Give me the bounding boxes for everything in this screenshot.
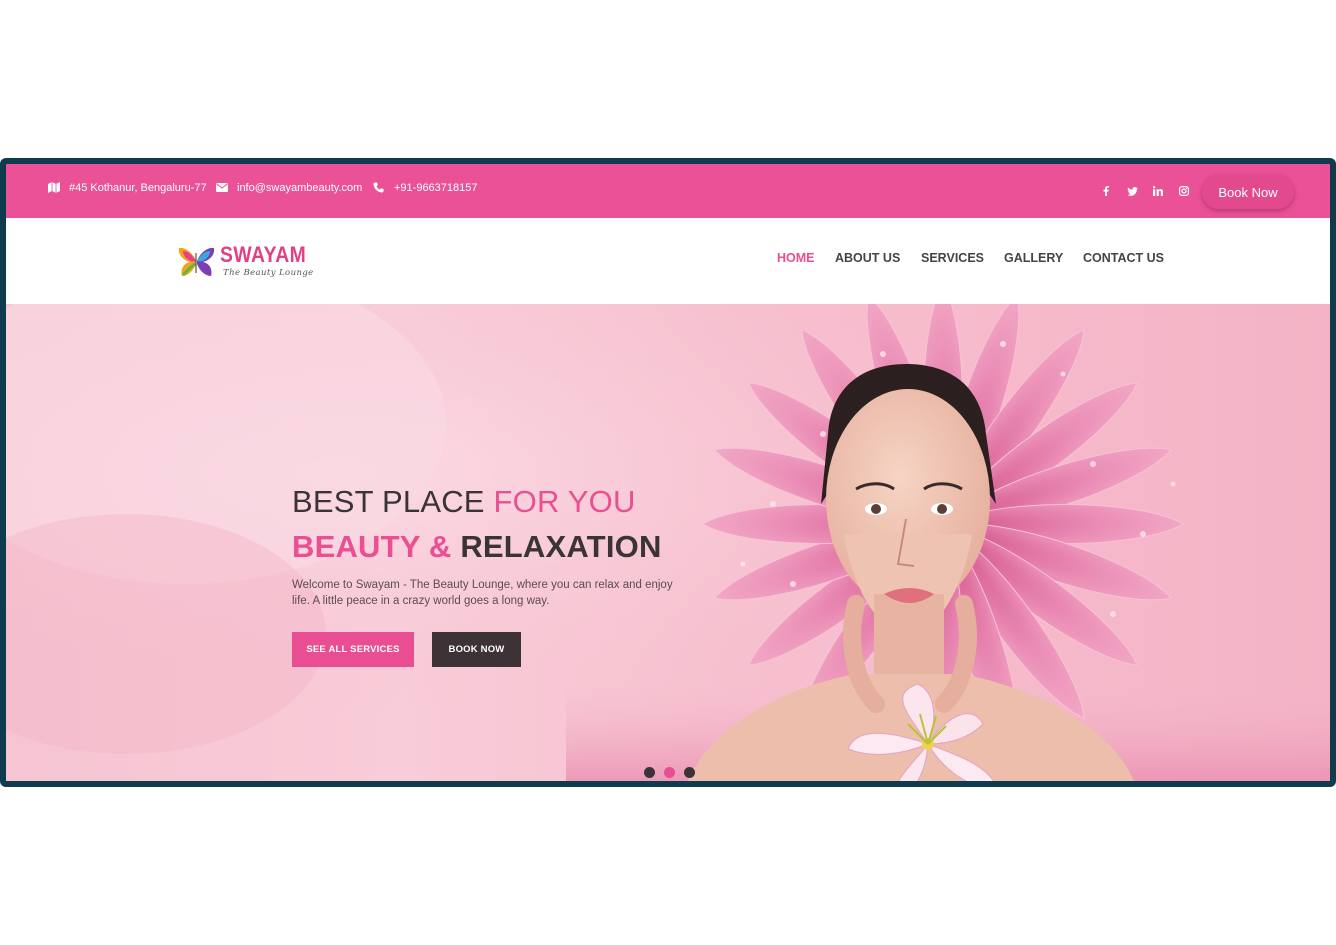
hero-slider: BEST PLACE FOR YOU BEAUTY & RELAXATION W…	[6, 304, 1330, 781]
brand-tagline: The Beauty Lounge	[223, 268, 314, 278]
linkedin-icon[interactable]	[1152, 184, 1164, 198]
nav-about-us[interactable]: ABOUT US	[835, 251, 900, 265]
facebook-icon[interactable]	[1100, 184, 1112, 198]
hero-book-now-button[interactable]: BOOK NOW	[432, 632, 521, 667]
site-logo[interactable]: SWAYAM The Beauty Lounge	[178, 242, 313, 282]
brand-name: SWAYAM	[220, 242, 307, 267]
email-item[interactable]: info@swayambeauty.com	[216, 181, 362, 195]
nav-gallery[interactable]: GALLERY	[1004, 251, 1063, 265]
browser-frame: #45 Kothanur, Bengaluru-77 info@swayambe…	[0, 158, 1336, 787]
nav-services[interactable]: SERVICES	[921, 251, 984, 265]
map-icon	[48, 182, 61, 194]
phone-icon	[373, 182, 386, 194]
envelope-icon	[216, 182, 229, 194]
hero-description: Welcome to Swayam - The Beauty Lounge, w…	[292, 579, 673, 607]
book-now-button[interactable]: Book Now	[1202, 175, 1294, 209]
top-contact-bar: #45 Kothanur, Bengaluru-77 info@swayambe…	[6, 164, 1330, 218]
address-item: #45 Kothanur, Bengaluru-77	[48, 181, 207, 195]
phone-text[interactable]: +91-9663718157	[394, 182, 478, 194]
hero-title-line2: BEAUTY & RELAXATION	[292, 529, 662, 565]
slider-dot-2[interactable]	[664, 767, 675, 778]
main-navbar: SWAYAM The Beauty Lounge HOME ABOUT US S…	[6, 218, 1330, 304]
butterfly-logo-icon	[178, 247, 215, 277]
hero-title-line2-pink: BEAUTY &	[292, 529, 452, 564]
hero-background-image	[6, 304, 1330, 781]
nav-home[interactable]: HOME	[777, 251, 815, 265]
twitter-icon[interactable]	[1126, 184, 1138, 198]
address-text: #45 Kothanur, Bengaluru-77	[69, 182, 207, 194]
see-all-services-button[interactable]: SEE ALL SERVICES	[292, 632, 414, 667]
nav-contact-us[interactable]: CONTACT US	[1083, 251, 1164, 265]
hero-title-line1-pink: FOR YOU	[493, 484, 636, 519]
hero-title-line1-dark: BEST PLACE	[292, 484, 485, 519]
slider-dot-3[interactable]	[684, 767, 695, 778]
instagram-icon[interactable]	[1178, 184, 1190, 198]
slider-dot-1[interactable]	[644, 767, 655, 778]
hero-title-line2-dark: RELAXATION	[460, 529, 662, 564]
hero-title-line1: BEST PLACE FOR YOU	[292, 484, 636, 520]
email-text[interactable]: info@swayambeauty.com	[237, 182, 362, 194]
phone-item[interactable]: +91-9663718157	[373, 181, 478, 195]
